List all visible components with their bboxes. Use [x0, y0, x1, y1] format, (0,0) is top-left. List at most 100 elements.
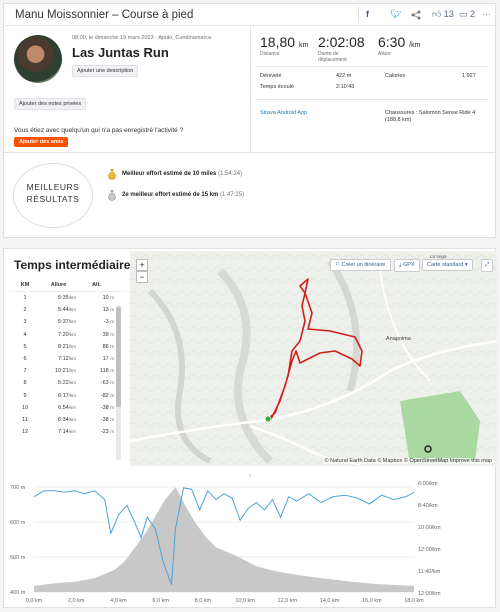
add-notes-button[interactable]: Ajouter des notes privées	[14, 98, 87, 110]
map-town-label: Anapoima	[386, 336, 411, 342]
table-row: 8 5:22/km -63 m	[9, 377, 127, 389]
splits-table: KM Allure Alt. 1 5:35/km 10 m 2 5:44/km 13 m 3…	[9, 279, 127, 438]
elevation-value: 422 m	[336, 73, 352, 79]
share-icon[interactable]	[411, 10, 421, 20]
split-altitude: 86 m	[102, 343, 114, 350]
x-tick-label: 18,0 km	[404, 598, 424, 604]
x-tick-label: 0,0 km	[26, 598, 43, 604]
x-tick-label: 12,0 km	[278, 598, 298, 604]
split-rows: 1 5:35/km 10 m 2 5:44/km 13 m 3 5:37/km -3 m 4 7:2…	[9, 292, 127, 438]
activity-title[interactable]: Las Juntas Run	[72, 45, 169, 60]
split-altitude: -38 m	[100, 416, 114, 423]
split-altitude: 118 m	[99, 368, 114, 375]
chevron-down-icon: ▾	[464, 262, 468, 268]
moving-time-value: 2:02:08	[318, 34, 365, 50]
kudos-button[interactable]: 👍︎ 13	[432, 9, 454, 20]
elevation-tick-label: 400 m	[10, 590, 26, 596]
x-tick-label: 8,0 km	[195, 598, 212, 604]
comments-count: 2	[470, 9, 476, 19]
column-header-altitude: Alt.	[92, 282, 101, 288]
route-map[interactable]: La Vega Anapoima + − ⚐ Créer un itinérai…	[130, 251, 497, 466]
split-altitude: 17 m	[102, 356, 114, 363]
splits-scrollbar-thumb[interactable]	[116, 307, 121, 407]
pace-tick-label: 10:00/km	[418, 525, 441, 531]
calories-label: Calories	[385, 73, 406, 79]
split-km: 12	[21, 429, 29, 436]
elevation-area	[34, 487, 414, 592]
pace-tick-label: 6:00/km	[418, 481, 438, 487]
add-description-button[interactable]: Ajouter une description	[72, 65, 139, 77]
shoes-info: Chaussures : Salomon Sense Ride 4 (188,8…	[385, 110, 476, 123]
split-altitude: -23 m	[100, 429, 114, 436]
add-friends-button[interactable]: Ajouter des amis	[14, 137, 69, 147]
gpx-download-button[interactable]: ⤓ GPX	[394, 259, 420, 272]
pace-unit: /km	[409, 42, 421, 49]
table-row: 6 7:12/km 17 m	[9, 353, 127, 365]
split-altitude: 13 m	[102, 307, 114, 314]
activity-summary: 08:00, le dimanche 19 mars 2023 · Apulo,…	[3, 25, 496, 153]
split-pace: 7:12/km	[58, 356, 76, 363]
comments-button[interactable]: ▭ 2	[459, 9, 475, 20]
table-row: 2 5:44/km 13 m	[9, 304, 127, 316]
split-km: 6	[23, 356, 27, 363]
divider	[255, 99, 489, 100]
distance-unit: km	[298, 42, 309, 49]
split-altitude: -38 m	[100, 404, 114, 411]
pace-tick-label: 11:40/km	[418, 569, 441, 575]
split-altitude: -82 m	[100, 392, 114, 399]
pace-label: Allure	[378, 51, 391, 57]
pace-value: 6:30	[378, 34, 406, 50]
more-options-icon[interactable]: ⋯	[482, 9, 491, 20]
table-row: 1 5:35/km 10 m	[9, 292, 127, 304]
zoom-out-button[interactable]: −	[136, 271, 148, 283]
best-effort-item[interactable]: Meilleur effort estimé de 10 miles (1:54…	[122, 171, 242, 177]
split-altitude: -3 m	[103, 319, 114, 326]
map-type-select[interactable]: Carte standard ▾	[422, 259, 473, 271]
fullscreen-button[interactable]: ⤢	[481, 259, 494, 272]
split-pace: 8:21/km	[58, 343, 76, 350]
elevation-tick-label: 700 m	[10, 485, 26, 491]
elevation-tick-label: 500 m	[10, 555, 26, 561]
calories-value: 1 927	[462, 73, 476, 79]
best-effort-text: 2e meilleur effort estimé de 15 km	[122, 192, 219, 198]
split-km: 1	[23, 295, 27, 302]
x-tick-label: 6,0 km	[152, 598, 169, 604]
distance-label: Distance	[260, 51, 280, 57]
kudos-count: 13	[443, 9, 454, 19]
best-effort-item[interactable]: 2e meilleur effort estimé de 15 km (1:47…	[122, 192, 244, 198]
table-row: 10 6:54/km -38 m	[9, 402, 127, 414]
zoom-in-button[interactable]: +	[136, 259, 148, 271]
split-km: 2	[23, 307, 27, 314]
elevation-pace-chart[interactable]: 0,0 km 2,0 km 4,0 km 6,0 km 8,0 km 10,0 km 12,…	[4, 474, 497, 609]
map-type-value: Carte standard	[427, 262, 464, 268]
avatar[interactable]	[14, 35, 62, 83]
create-route-button[interactable]: ⚐ Créer un itinéraire	[330, 259, 391, 271]
split-pace: 5:37/km	[58, 319, 76, 326]
moving-time-label: Durée de déplacement	[318, 51, 347, 63]
facebook-icon[interactable]: f	[366, 9, 369, 19]
best-effort-text: Meilleur effort estimé de 10 miles	[122, 171, 217, 177]
page-title: Manu Moissonnier – Course à pied	[15, 9, 194, 21]
table-row: 12 7:14/km -23 m	[9, 426, 127, 438]
distance-value: 18,80	[260, 34, 296, 50]
twitter-icon[interactable]: 🐦︎	[390, 9, 401, 20]
missing-participant-question: Vous étiez avec quelqu'un qui n'a pas en…	[14, 127, 184, 134]
column-header-km: KM	[20, 282, 30, 288]
recording-app-link[interactable]: Strava Android App	[260, 110, 307, 116]
pace-tick-label: 12:00/km	[418, 547, 441, 553]
split-altitude: -63 m	[100, 380, 114, 387]
table-row: 11 6:34/km -38 m	[9, 414, 127, 426]
activity-date-location: 08:00, le dimanche 19 mars 2023 · Apulo,…	[72, 35, 212, 41]
best-effort-time: (1:47:25)	[220, 192, 245, 198]
divider	[250, 26, 251, 153]
activity-header: Manu Moissonnier – Course à pied f 🐦︎ 👍︎…	[3, 3, 496, 25]
split-pace: 6:17/km	[58, 392, 76, 399]
thumbs-up-icon: 👍︎	[432, 9, 442, 19]
split-km: 11	[22, 416, 28, 423]
split-pace: 7:20/km	[58, 331, 76, 338]
column-header-pace: Allure	[50, 282, 67, 288]
split-pace: 5:44/km	[58, 307, 76, 314]
split-km: 10	[21, 404, 29, 411]
split-pace: 7:14/km	[58, 429, 76, 436]
x-tick-label: 4,0 km	[110, 598, 127, 604]
